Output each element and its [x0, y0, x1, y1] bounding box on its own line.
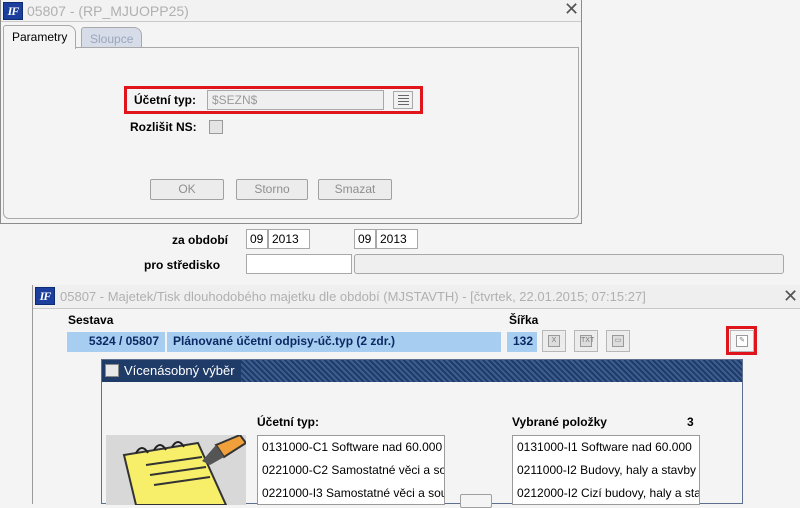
window-title: 05807 - (RP_MJUOPP25)	[27, 3, 189, 19]
stredisko-name-field	[354, 254, 784, 274]
rozlisit-ns-label: Rozlišit NS:	[130, 120, 197, 134]
list-item[interactable]: 0221000-I3 Samostatné věci a soubory	[258, 482, 444, 504]
list-item[interactable]: 0131000-I1 Software nad 60.000	[513, 436, 699, 459]
list-item[interactable]: 0212000-I2 Cizí budovy, haly a stavby	[513, 482, 699, 504]
ucetni-typ-label: Účetní typ:	[134, 93, 197, 107]
storno-button[interactable]: Storno	[236, 179, 308, 200]
available-items-list[interactable]: 0131000-C1 Software nad 60.000 0221000-C…	[257, 435, 445, 505]
sestava-name-field[interactable]: Plánované účetní odpisy-úč.typ (2 zdr.)	[167, 332, 501, 352]
tab-panel: Účetní typ: $SEZN$ Rozlišit NS: OK Storn…	[3, 47, 579, 219]
za-obdobi-label: za období	[172, 233, 228, 247]
move-button[interactable]	[460, 494, 492, 508]
selected-count: 3	[687, 415, 694, 429]
ucetni-typ-list-label: Účetní typ:	[257, 415, 320, 429]
selected-items-list[interactable]: 0131000-I1 Software nad 60.000 0211000-I…	[512, 435, 700, 505]
close-icon[interactable]: ✕	[564, 1, 579, 19]
multi-select-dialog: Vícenásobný výběr Účetní typ: 0131000-C1…	[101, 359, 743, 508]
report-titlebar: IF 05807 - Majetek/Tisk dlouhodobého maj…	[33, 285, 800, 309]
excel-export-icon[interactable]: X	[542, 330, 566, 352]
report-window-title: 05807 - Majetek/Tisk dlouhodobého majetk…	[60, 289, 646, 304]
ok-button[interactable]: OK	[150, 179, 224, 200]
tab-parametry[interactable]: Parametry	[3, 25, 77, 49]
tab-sloupce[interactable]: Sloupce	[81, 27, 143, 47]
notepad-pencil-illustration	[106, 433, 248, 506]
list-item[interactable]: 0131000-C1 Software nad 60.000	[258, 436, 444, 459]
list-of-values-icon[interactable]	[393, 91, 413, 109]
multi-select-title: Vícenásobný výběr	[102, 360, 241, 382]
from-month-field[interactable]: 09	[246, 229, 268, 249]
dialog-icon	[105, 364, 119, 377]
sirka-label: Šířka	[509, 313, 539, 327]
ucetni-typ-field[interactable]: $SEZN$	[207, 90, 384, 110]
pro-stredisko-label: pro středisko	[144, 258, 221, 272]
smazat-button[interactable]: Smazat	[318, 179, 392, 200]
multi-select-header: Vícenásobný výběr	[102, 360, 742, 382]
sestava-label: Sestava	[68, 313, 114, 327]
to-year-field[interactable]: 2013	[376, 229, 418, 249]
sirka-field[interactable]: 132	[507, 332, 537, 352]
app-logo-icon: IF	[3, 2, 23, 20]
stredisko-field[interactable]	[246, 254, 352, 274]
multi-select-title-text: Vícenásobný výběr	[124, 363, 235, 378]
parameters-window: IF 05807 - (RP_MJUOPP25) ✕ Parametry Slo…	[0, 0, 582, 224]
list-item[interactable]: 0211000-I2 Budovy, haly a stavby	[513, 459, 699, 482]
app-logo-icon: IF	[35, 287, 55, 305]
parameters-titlebar: IF 05807 - (RP_MJUOPP25) ✕	[1, 0, 581, 22]
txt-export-icon[interactable]: TXT	[574, 330, 598, 352]
list-item[interactable]: 0221000-C2 Samostatné věci a soubory	[258, 459, 444, 482]
close-icon[interactable]: ✕	[783, 288, 798, 306]
print-icon[interactable]: ▭	[606, 330, 630, 352]
rozlisit-ns-checkbox[interactable]	[209, 120, 223, 134]
from-year-field[interactable]: 2013	[268, 229, 310, 249]
vybrane-polozky-label: Vybrané položky	[512, 415, 607, 429]
to-month-field[interactable]: 09	[354, 229, 376, 249]
edit-icon[interactable]: ✎	[730, 330, 754, 352]
sestava-code-field[interactable]: 5324 / 05807	[67, 332, 165, 352]
